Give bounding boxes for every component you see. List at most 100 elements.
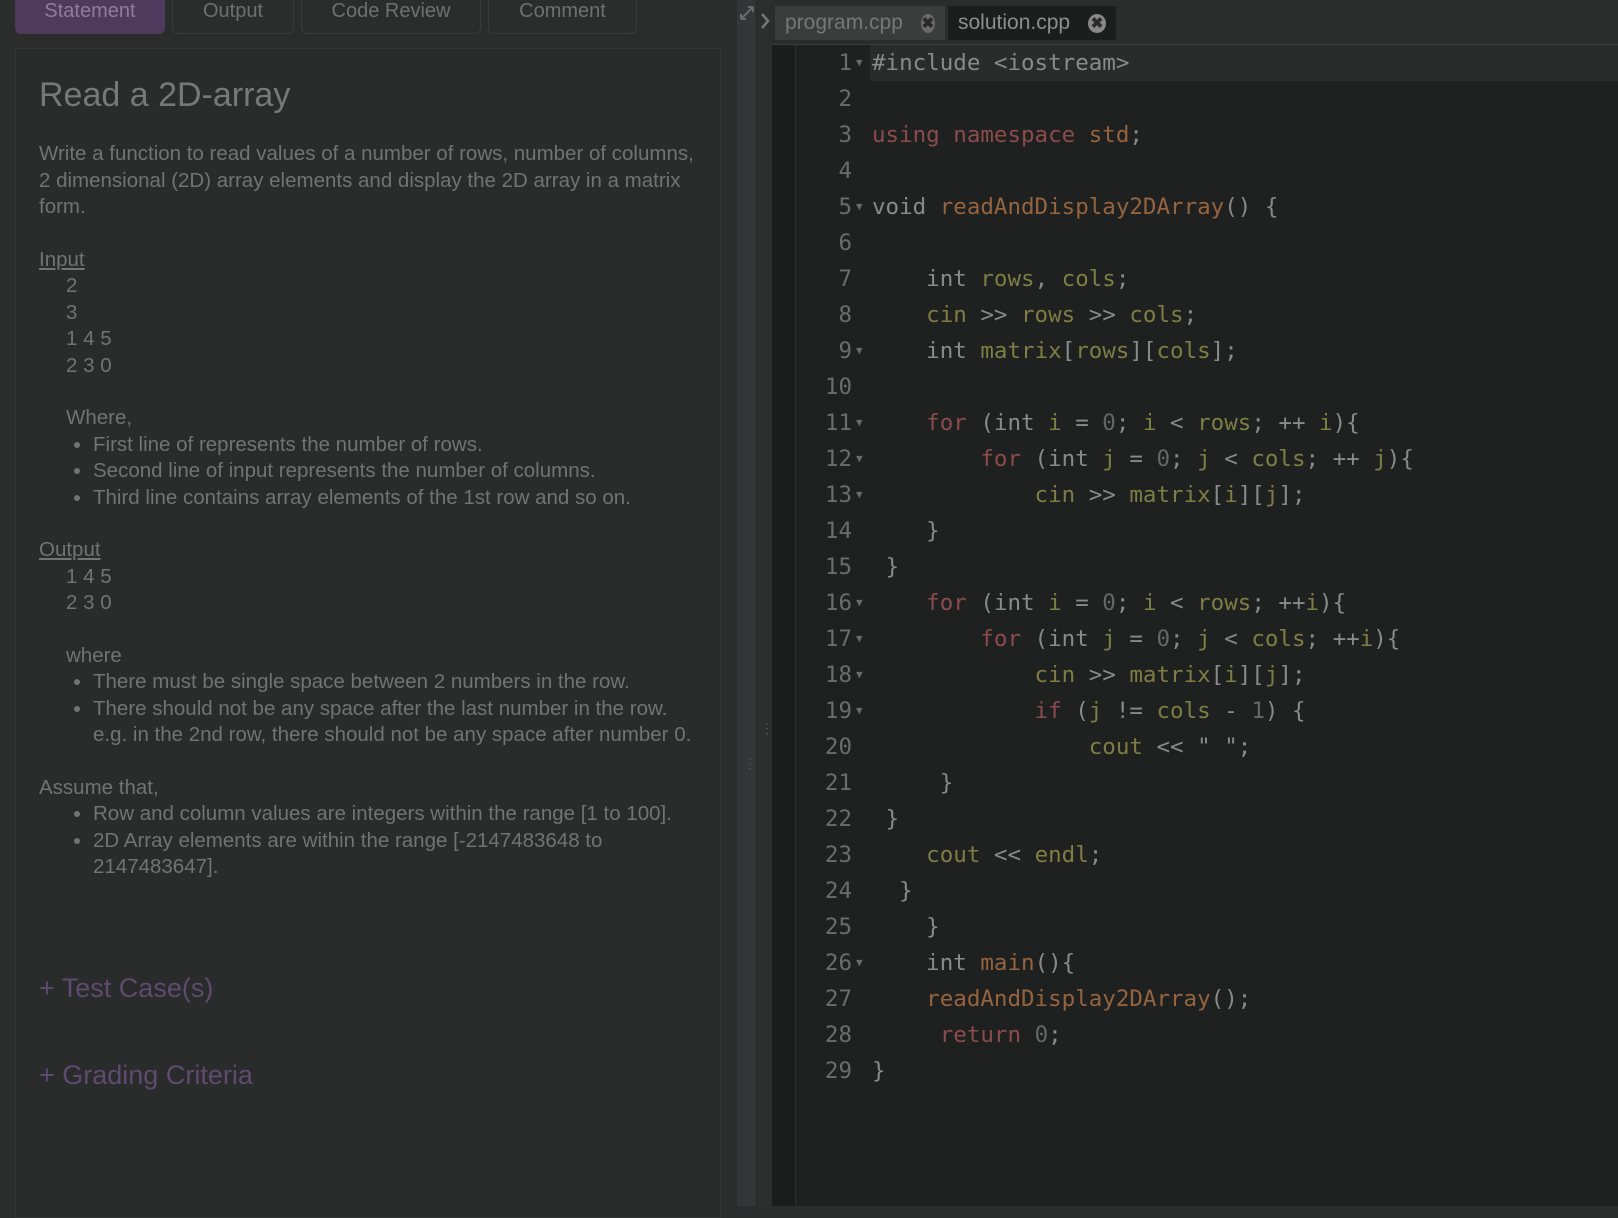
code-token: i [1359, 626, 1374, 652]
tab-program-cpp[interactable]: program.cpp ✖ [775, 6, 945, 40]
output-line: 1 4 5 [66, 564, 112, 588]
code-line[interactable]: 7 int rows, cols; [796, 261, 1618, 297]
close-icon[interactable]: ✖ [1088, 13, 1106, 33]
list-item: 2D Array elements are within the range [… [93, 828, 699, 881]
code-token: != [1102, 698, 1157, 724]
line-number: 27 [824, 986, 852, 1012]
code-line[interactable]: 9 ▼ int matrix[rows][cols]; [796, 333, 1618, 369]
fold-arrow-icon[interactable]: ▼ [856, 45, 863, 81]
code-token: >> [1075, 482, 1130, 508]
fold-arrow-icon[interactable]: ▼ [856, 621, 863, 657]
code-token: return [872, 1022, 1035, 1048]
code-token: j [1102, 626, 1116, 652]
output-notes: There must be single space between 2 num… [39, 669, 699, 749]
editor-toggle-bar[interactable]: ⋮ [756, 0, 774, 1206]
grading-criteria-toggle[interactable]: + Grading Criteria [39, 1058, 253, 1092]
code-line[interactable]: 27 readAndDisplay2DArray(); [796, 981, 1618, 1017]
code-line[interactable]: 2 [796, 81, 1618, 117]
code-line[interactable]: 5 ▼ void readAndDisplay2DArray() { [796, 189, 1618, 225]
code-line[interactable]: 1 ▼ #include <iostream> [796, 45, 1618, 81]
code-text: cout << endl; [870, 837, 1618, 873]
fold-arrow-icon[interactable]: ▼ [856, 585, 863, 621]
code-line[interactable]: 22 } [796, 801, 1618, 837]
code-line[interactable]: 4 [796, 153, 1618, 189]
code-token: ; ++ [1305, 626, 1360, 652]
code-token: ][ [1237, 482, 1265, 508]
code-token: ; ++ [1305, 446, 1374, 472]
code-token: j [1264, 482, 1279, 508]
code-line[interactable]: 16 ▼ for (int i = 0; i < rows; ++i){ [796, 585, 1618, 621]
output-sample: 1 4 5 2 3 0 where [39, 564, 699, 670]
line-number: 24 [824, 878, 852, 904]
code-token: ; [1129, 122, 1143, 148]
code-line[interactable]: 10 [796, 369, 1618, 405]
code-line[interactable]: 14 } [796, 513, 1618, 549]
test-cases-toggle[interactable]: + Test Case(s) [39, 971, 213, 1005]
line-number: 28 [824, 1022, 852, 1048]
line-number: 11 [824, 410, 852, 436]
code-line[interactable]: 20 cout << " "; [796, 729, 1618, 765]
list-item: There should not be any space after the … [93, 696, 699, 749]
code-token: readAndDisplay2DArray [939, 194, 1225, 220]
fold-arrow-icon[interactable]: ▼ [856, 333, 863, 369]
code-token: cout [872, 842, 981, 868]
expand-icon[interactable] [739, 5, 755, 21]
code-line[interactable]: 25 } [796, 909, 1618, 945]
code-token: 0 [1102, 410, 1116, 436]
fold-arrow-icon[interactable]: ▼ [856, 405, 863, 441]
code-line[interactable]: 15 } [796, 549, 1618, 585]
code-token: for [872, 446, 1022, 472]
code-line[interactable]: 28 return 0; [796, 1017, 1618, 1053]
code-token: } [872, 878, 913, 904]
code-token: ){ [1386, 446, 1414, 472]
line-number: 3 [838, 122, 852, 148]
line-number: 5 [838, 194, 852, 220]
code-line[interactable]: 3 using namespace std; [796, 117, 1618, 153]
code-line[interactable]: 13 ▼ cin >> matrix[i][j]; [796, 477, 1618, 513]
list-item: Second line of input represents the numb… [93, 458, 699, 485]
code-token: [ [1061, 338, 1076, 364]
fold-arrow-icon[interactable]: ▼ [856, 693, 863, 729]
code-token: rows [1197, 410, 1252, 436]
code-line[interactable]: 24 } [796, 873, 1618, 909]
tab-statement[interactable]: Statement [15, 0, 165, 34]
tab-comment[interactable]: Comment [488, 0, 637, 34]
code-line[interactable]: 8 cin >> rows >> cols; [796, 297, 1618, 333]
assume-heading: Assume that, [39, 775, 159, 799]
code-token: i [1224, 482, 1238, 508]
fold-arrow-icon[interactable]: ▼ [856, 189, 863, 225]
code-line[interactable]: 11 ▼ for (int i = 0; i < rows; ++ i){ [796, 405, 1618, 441]
code-line[interactable]: 21 } [796, 765, 1618, 801]
code-token: >> [966, 302, 1022, 328]
code-line[interactable]: 6 [796, 225, 1618, 261]
code-area[interactable]: 1 ▼ #include <iostream> 2 3 using namespace … [796, 45, 1618, 1089]
line-number: 25 [824, 914, 852, 940]
code-editor[interactable]: program.cpp ✖ solution.cpp ✖ 1 ▼ #include … [772, 0, 1618, 1206]
fold-arrow-icon[interactable]: ▼ [856, 657, 863, 693]
chevron-right-icon[interactable] [760, 12, 770, 30]
code-text: cin >> matrix[i][j]; [870, 657, 1618, 693]
code-token: ; [1115, 266, 1130, 292]
code-line[interactable]: 12 ▼ for (int j = 0; j < cols; ++ j){ [796, 441, 1618, 477]
close-icon[interactable]: ✖ [920, 13, 935, 33]
code-line[interactable]: 19 ▼ if (j != cols - 1) { [796, 693, 1618, 729]
code-token: } [872, 770, 954, 796]
code-line[interactable]: 23 cout << endl; [796, 837, 1618, 873]
code-token: ; [1170, 446, 1198, 472]
code-line[interactable]: 26 ▼ int main(){ [796, 945, 1618, 981]
code-line[interactable]: 17 ▼ for (int j = 0; j < cols; ++i){ [796, 621, 1618, 657]
code-token: (); [1210, 986, 1252, 1012]
tab-solution-cpp[interactable]: solution.cpp ✖ [948, 6, 1116, 40]
resize-handle[interactable]: ⋮ [737, 0, 757, 1206]
code-line[interactable]: 29} [796, 1053, 1618, 1089]
fold-arrow-icon[interactable]: ▼ [856, 945, 863, 981]
code-line[interactable]: 18 ▼ cin >> matrix[i][j]; [796, 657, 1618, 693]
tab-output[interactable]: Output [172, 0, 294, 34]
panel-splitter[interactable]: ⋮ ⋮ [737, 0, 774, 1206]
code-token: (int [966, 410, 1049, 436]
code-token: >> [1075, 302, 1130, 328]
code-token: j [1102, 446, 1116, 472]
tab-code-review[interactable]: Code Review [301, 0, 481, 34]
fold-arrow-icon[interactable]: ▼ [856, 477, 863, 513]
fold-arrow-icon[interactable]: ▼ [856, 441, 863, 477]
